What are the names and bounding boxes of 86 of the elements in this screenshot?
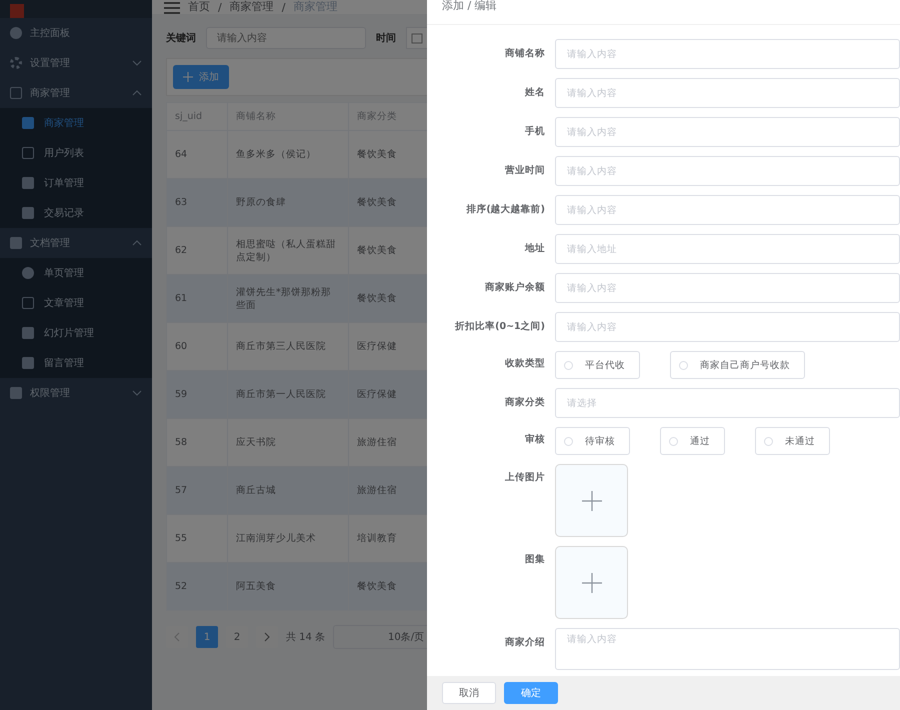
field-label: 排序(越大越靠前) (465, 202, 545, 217)
radio-option[interactable]: 通过 (660, 427, 725, 455)
field-label: 上传图片 (504, 471, 545, 485)
table-cell: 52 (166, 562, 228, 610)
field-label: 营业时间 (504, 164, 545, 178)
menu-item[interactable]: 商家管理 (0, 78, 152, 108)
menu-icon (10, 27, 22, 39)
field-label: 折扣比率(0~1之间) (454, 320, 545, 334)
radio-option[interactable]: 待审核 (555, 427, 630, 455)
menu-icon (10, 237, 22, 249)
table-cell: 59 (166, 370, 228, 418)
menu-icon (22, 147, 34, 159)
breadcrumb-link[interactable]: 首页 (188, 0, 210, 14)
menu-icon (22, 267, 34, 279)
input-field[interactable]: 请输入内容 (555, 312, 900, 342)
input-field[interactable]: 请输入内容 (555, 39, 900, 69)
menu-icon (22, 207, 34, 219)
table-cell: 野原の食肆 (228, 178, 348, 226)
chevron-right-icon (264, 632, 270, 642)
table-cell: 阿五美食 (228, 562, 348, 610)
submenu-item[interactable]: 交易记录 (0, 198, 152, 228)
page-button[interactable]: 1 (196, 626, 218, 648)
breadcrumb-separator: / (282, 1, 286, 14)
select-field[interactable]: 请选择 (555, 388, 900, 418)
breadcrumb-separator: / (218, 1, 222, 14)
input-field[interactable]: 请输入内容 (555, 78, 900, 108)
submenu-item[interactable]: 文章管理 (0, 288, 152, 318)
menu-icon (10, 57, 22, 69)
menu-item[interactable]: 权限管理 (0, 378, 152, 408)
table-cell: 57 (166, 466, 228, 514)
field-label: 审核 (524, 432, 545, 447)
logo-icon (10, 4, 24, 18)
radio-option[interactable]: 商家自己商户号收款 (670, 351, 805, 379)
input-field[interactable]: 请输入内容 (555, 117, 900, 147)
menu-item[interactable]: 文档管理 (0, 228, 152, 258)
submenu-item[interactable]: 单页管理 (0, 258, 152, 288)
calendar-icon (411, 32, 423, 44)
table-cell: 商丘古城 (228, 466, 348, 514)
drawer-title: 添加 / 编辑 (427, 0, 900, 25)
menu-icon (10, 87, 22, 99)
input-field[interactable]: 请输入内容 (555, 195, 900, 225)
field-label: 商铺名称 (504, 46, 545, 61)
field-label: 商家介绍 (504, 636, 545, 650)
upload-area[interactable] (555, 464, 628, 537)
field-label: 商家分类 (504, 396, 545, 410)
table-cell: 商丘市第一人民医院 (228, 370, 348, 418)
field-label: 商家账户余额 (484, 280, 545, 295)
filter-label: 时间 (376, 32, 396, 45)
textarea-field[interactable]: 请输入内容 (555, 628, 900, 670)
menu-item[interactable]: 主控面板 (0, 18, 152, 48)
table-cell: 灌饼先生*那饼那粉那些面 (228, 274, 348, 322)
filter-label: 关键词 (166, 32, 196, 45)
add-button[interactable]: 添加 (173, 65, 229, 89)
menu-icon (22, 327, 34, 339)
submenu-item[interactable]: 留言管理 (0, 348, 152, 378)
input-field[interactable]: 请输入内容 (555, 156, 900, 186)
submenu-item[interactable]: 订单管理 (0, 168, 152, 198)
menu-icon (22, 177, 34, 189)
confirm-button[interactable]: 确定 (504, 682, 558, 704)
table-cell: 63 (166, 178, 228, 226)
menu-icon[interactable] (164, 2, 180, 14)
breadcrumb-link[interactable]: 商家管理 (230, 0, 274, 14)
submenu-item[interactable]: 幻灯片管理 (0, 318, 152, 348)
menu-icon (22, 297, 34, 309)
menu-item[interactable]: 设置管理 (0, 48, 152, 78)
menu-icon (22, 117, 34, 129)
plus-icon (582, 572, 602, 592)
menu-icon (10, 387, 22, 399)
field-label: 收款类型 (504, 357, 545, 371)
total-count: 共 14 条 (286, 630, 326, 644)
radio-option[interactable]: 平台代收 (555, 351, 640, 379)
field-label: 姓名 (524, 86, 545, 100)
submenu-item[interactable]: 商家管理 (0, 108, 152, 138)
table-cell: 61 (166, 274, 228, 322)
input-field[interactable]: 请输入内容 (555, 273, 900, 303)
upload-area[interactable] (555, 546, 628, 619)
plus-icon (582, 490, 602, 510)
cancel-button[interactable]: 取消 (442, 682, 496, 704)
field-label: 地址 (524, 242, 545, 256)
menu-icon (22, 357, 34, 369)
radio-option[interactable]: 未通过 (755, 427, 830, 455)
submenu-item[interactable]: 用户列表 (0, 138, 152, 168)
plus-icon (183, 72, 193, 82)
chevron-left-icon (174, 632, 180, 642)
input-field[interactable]: 请输入地址 (555, 234, 900, 264)
keyword-field[interactable]: 请输入内容 (206, 27, 366, 49)
